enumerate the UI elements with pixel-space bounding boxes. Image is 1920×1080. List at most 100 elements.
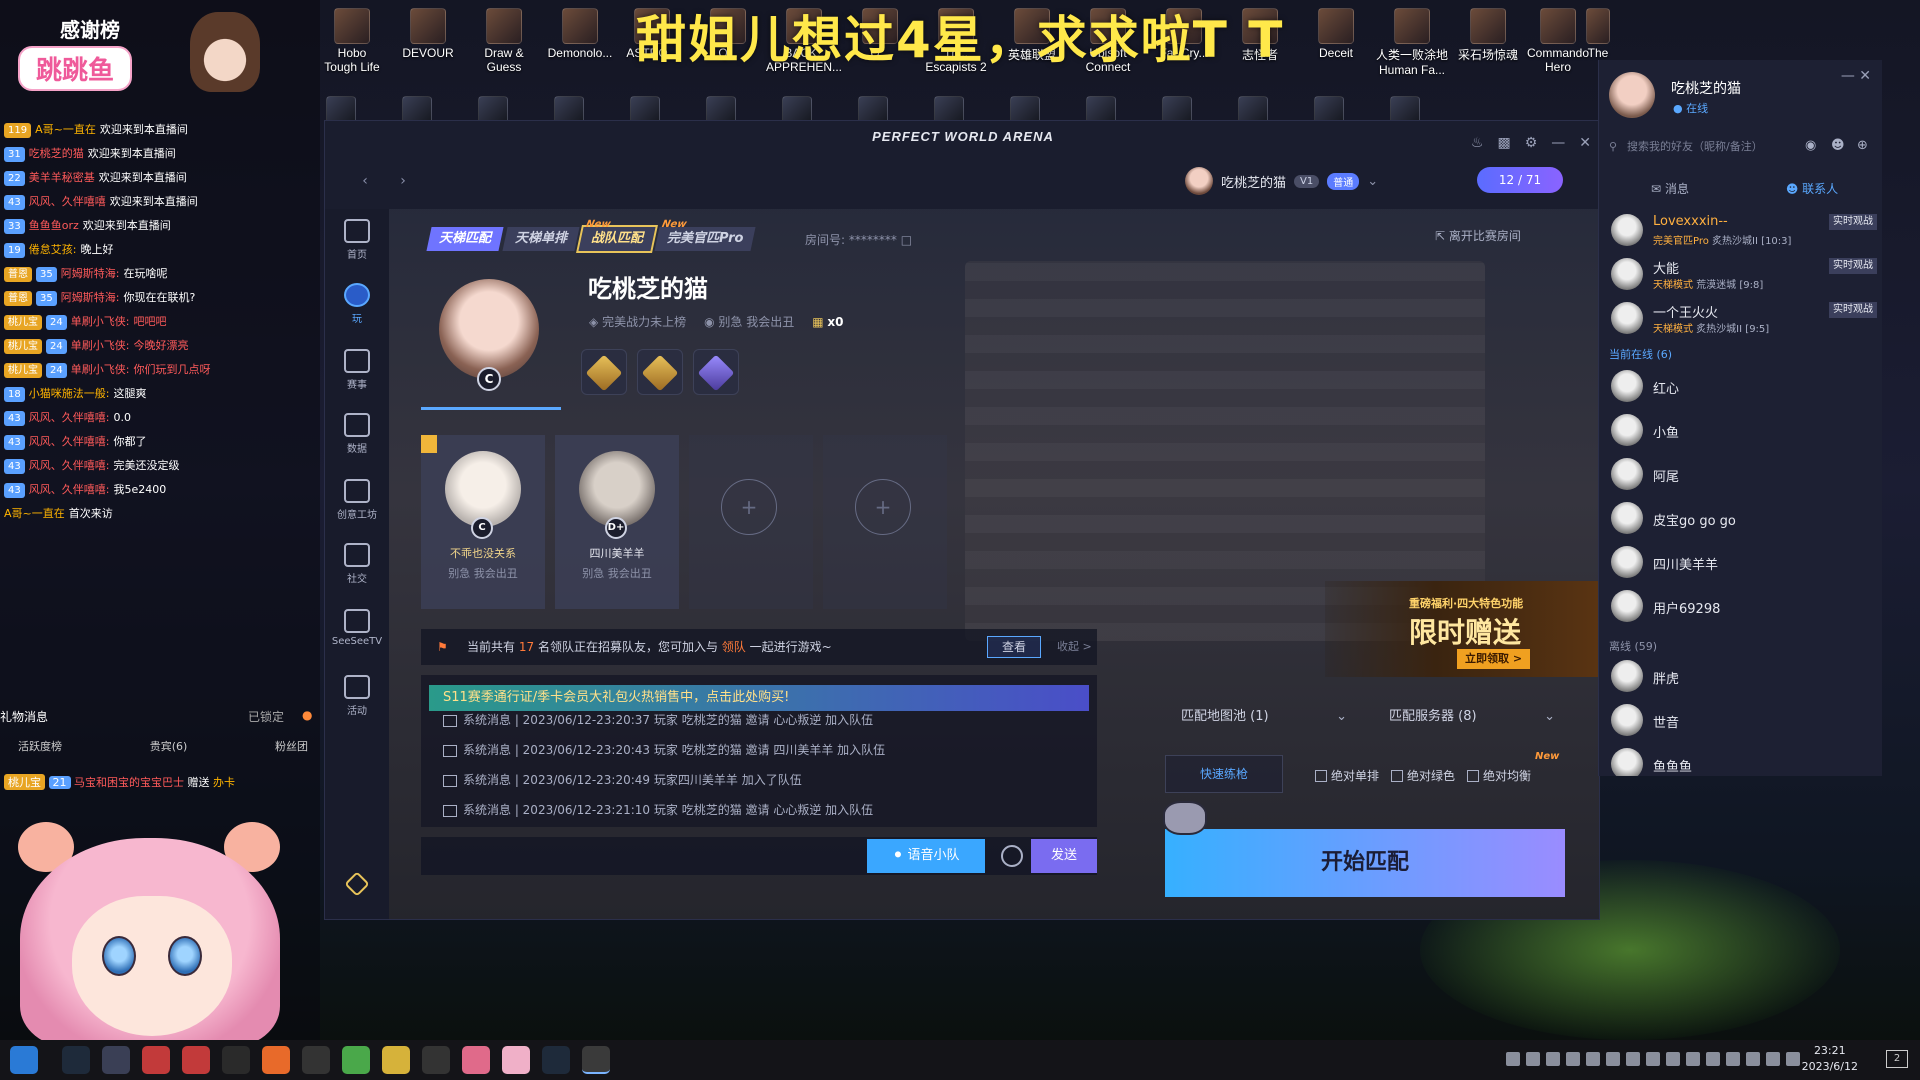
copy-icon[interactable]: □ <box>901 233 912 247</box>
tab-messages[interactable]: ✉ 消息 <box>1599 172 1741 206</box>
tray-icon[interactable] <box>1546 1052 1560 1066</box>
tab-contacts[interactable]: ☻ 联系人 <box>1741 172 1883 206</box>
steam-icon[interactable] <box>62 1046 90 1074</box>
zoom-icon[interactable]: ⊕ <box>1857 138 1868 153</box>
start-icon[interactable] <box>10 1046 38 1074</box>
tray-icon[interactable] <box>1586 1052 1600 1066</box>
app-icon[interactable] <box>382 1046 410 1074</box>
badge-medal[interactable] <box>581 349 627 395</box>
close-icon[interactable]: — ✕ <box>1841 68 1871 84</box>
party-slot-empty[interactable]: + <box>823 435 947 609</box>
emoji-icon[interactable] <box>1001 845 1023 867</box>
view-button[interactable]: 查看 <box>987 636 1041 658</box>
claim-button[interactable]: 立即领取 > <box>1457 649 1531 669</box>
my-status[interactable]: ● 在线 <box>1673 100 1708 116</box>
promo-ad[interactable]: 重磅福利·四大特色功能 限时赠送 立即领取 > <box>1325 581 1599 677</box>
network-icon[interactable] <box>1766 1052 1780 1066</box>
party-slot[interactable]: C 不乖也没关系 别急 我会出丑 <box>421 435 545 609</box>
app-icon[interactable] <box>422 1046 450 1074</box>
app-icon[interactable] <box>502 1046 530 1074</box>
tray-icon[interactable] <box>1666 1052 1680 1066</box>
map-pool-select[interactable]: 匹配地图池 (1) ⌄ <box>1181 703 1351 731</box>
friend-ingame[interactable]: Lovexxxin-- 完美官匹Pro 炙热沙城II [10:3] 实时观战 <box>1607 210 1877 250</box>
headset-icon[interactable]: ◉ <box>1805 138 1816 153</box>
app-icon[interactable] <box>262 1046 290 1074</box>
party-slot-empty[interactable]: + <box>689 435 813 609</box>
friend-ingame[interactable]: 大能 天梯模式 荒漠迷城 [9:8] 实时观战 <box>1607 254 1877 294</box>
friend-search-input[interactable]: ⚲ 搜索我的好友（昵称/备注） <box>1605 134 1805 160</box>
volume-icon[interactable] <box>1746 1052 1760 1066</box>
clock[interactable]: 23:21 2023/6/12 <box>1802 1043 1858 1075</box>
tray-icon[interactable] <box>1606 1052 1620 1066</box>
desktop-icon-human-fall[interactable]: 人类一败涂地 Human Fa... <box>1370 8 1454 77</box>
tray-icon[interactable] <box>1726 1052 1740 1066</box>
chrome-icon[interactable] <box>342 1046 370 1074</box>
voice-team-button[interactable]: ⚫ 语音小队 <box>867 839 985 873</box>
tray-icon[interactable] <box>1566 1052 1580 1066</box>
checkbox-solo[interactable]: 绝对单排 <box>1315 767 1379 784</box>
sidebar-item-play[interactable]: 玩 <box>325 283 389 325</box>
back-icon[interactable]: ‹ <box>355 171 375 191</box>
add-user-icon[interactable]: + <box>855 479 911 535</box>
badge-medal[interactable] <box>693 349 739 395</box>
tray-icon[interactable] <box>1526 1052 1540 1066</box>
sidebar-item-activity[interactable]: 活动 <box>325 675 389 717</box>
party-slot[interactable]: D+ 四川美羊羊 别急 我会出丑 <box>555 435 679 609</box>
tray-icon[interactable] <box>1686 1052 1700 1066</box>
sidebar-item-events[interactable]: 赛事 <box>325 349 389 391</box>
user-info[interactable]: 吃桃芝的猫 V1 普通 ⌄ <box>1185 167 1378 195</box>
desktop-icon-deceit[interactable]: Deceit <box>1294 8 1378 60</box>
friend-online[interactable]: 用户69298 <box>1607 586 1877 626</box>
friend-offline[interactable]: 鱼鱼鱼 <box>1607 744 1877 776</box>
desktop-icon-the[interactable]: The <box>1586 8 1610 60</box>
sidebar-logo[interactable] <box>325 871 389 897</box>
online-section-label[interactable]: 当前在线 (6) <box>1609 346 1672 362</box>
gift-tab[interactable]: 贵宾(6) <box>150 738 188 754</box>
server-select[interactable]: 匹配服务器 (8) ⌄ <box>1389 703 1559 731</box>
spectate-button[interactable]: 实时观战 <box>1829 214 1877 230</box>
desktop-icon-draw-guess[interactable]: Draw & Guess <box>462 8 546 74</box>
app-icon[interactable] <box>462 1046 490 1074</box>
notification-icon[interactable]: 2 <box>1886 1050 1908 1068</box>
offline-section-label[interactable]: 离线 (59) <box>1609 638 1657 654</box>
avatar[interactable] <box>1609 72 1655 118</box>
sidebar-item-workshop[interactable]: 创意工坊 <box>325 479 389 521</box>
app-icon[interactable] <box>302 1046 330 1074</box>
add-friend-icon[interactable]: ☻ <box>1831 138 1845 153</box>
sidebar-item-data[interactable]: 数据 <box>325 413 389 455</box>
collapse-button[interactable]: 收起 > <box>1057 629 1092 665</box>
tray-icon[interactable] <box>1626 1052 1640 1066</box>
send-button[interactable]: 发送 <box>1031 839 1097 873</box>
app-icon[interactable] <box>142 1046 170 1074</box>
sidebar-item-tv[interactable]: SeeSeeTV <box>325 609 389 647</box>
friend-online[interactable]: 红心 <box>1607 366 1877 406</box>
chat-input-bar[interactable]: ⚫ 语音小队 发送 <box>421 837 1097 875</box>
tab-ladder-solo[interactable]: 天梯单排 <box>502 227 580 251</box>
start-match-button[interactable]: 开始匹配 <box>1165 829 1565 897</box>
checkbox-green[interactable]: 绝对绿色 <box>1391 767 1455 784</box>
desktop-icon-hobo[interactable]: Hobo Tough Life <box>310 8 394 74</box>
desktop-icon-devour[interactable]: DEVOUR <box>386 8 470 60</box>
sidebar-item-home[interactable]: 首页 <box>325 219 389 261</box>
spectate-button[interactable]: 实时观战 <box>1829 302 1877 318</box>
keyboard-icon[interactable] <box>1506 1052 1520 1066</box>
app-icon[interactable] <box>102 1046 130 1074</box>
gift-tab[interactable]: 粉丝团 <box>275 738 308 754</box>
quick-practice-button[interactable]: 快速练枪 <box>1165 755 1283 793</box>
profile-avatar[interactable] <box>439 279 539 379</box>
forward-icon[interactable]: › <box>393 171 413 191</box>
perfect-world-icon[interactable] <box>582 1046 610 1074</box>
friend-online[interactable]: 小鱼 <box>1607 410 1877 450</box>
friend-online[interactable]: 四川美羊羊 <box>1607 542 1877 582</box>
friend-offline[interactable]: 胖虎 <box>1607 656 1877 696</box>
tab-ladder-match[interactable]: 天梯匹配 <box>426 227 504 251</box>
sidebar-item-social[interactable]: 社交 <box>325 543 389 585</box>
ime-icon[interactable] <box>1786 1052 1800 1066</box>
friend-online[interactable]: 阿尾 <box>1607 454 1877 494</box>
friend-ingame[interactable]: 一个王火火 天梯模式 炙热沙城II [9:5] 实时观战 <box>1607 298 1877 338</box>
party-count-pill[interactable]: 12 / 71 <box>1477 167 1563 193</box>
add-user-icon[interactable]: + <box>721 479 777 535</box>
friend-offline[interactable]: 世音 <box>1607 700 1877 740</box>
gift-tab[interactable]: 活跃度榜 <box>18 738 62 754</box>
obs-icon[interactable] <box>222 1046 250 1074</box>
